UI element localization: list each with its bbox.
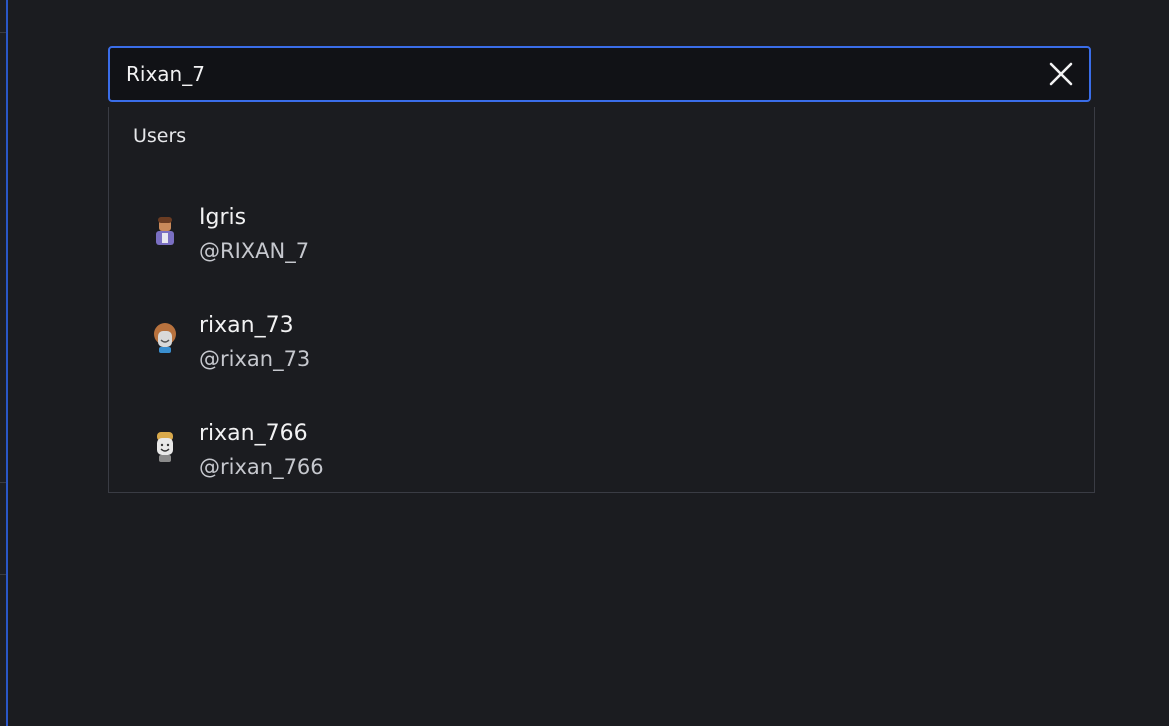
user-result-item[interactable]: rixan_766 @rixan_766: [109, 411, 1094, 511]
user-result-item[interactable]: Igris @RIXAN_7: [109, 195, 1094, 295]
user-display-name: Igris: [199, 205, 247, 230]
search-field[interactable]: [108, 46, 1091, 102]
search-input[interactable]: [126, 48, 1026, 100]
search-results-dropdown: Users Igris @RIXAN_7 rixan_73 @rixan_73: [108, 107, 1095, 493]
user-username: @rixan_73: [199, 347, 311, 371]
user-result-item[interactable]: rixan_73 @rixan_73: [109, 303, 1094, 403]
close-icon: [1049, 62, 1073, 86]
user-display-name: rixan_766: [199, 421, 308, 446]
clear-search-button[interactable]: [1047, 60, 1075, 88]
avatar-icon: [154, 323, 176, 353]
user-username: @RIXAN_7: [199, 239, 310, 263]
side-panel-edge: [0, 0, 8, 726]
page: Users Igris @RIXAN_7 rixan_73 @rixan_73: [0, 0, 1169, 726]
user-username: @rixan_766: [199, 455, 324, 479]
avatar-icon: [156, 217, 174, 245]
avatar-icon: [157, 432, 173, 462]
user-display-name: rixan_73: [199, 313, 294, 338]
section-label-users: Users: [133, 125, 187, 147]
